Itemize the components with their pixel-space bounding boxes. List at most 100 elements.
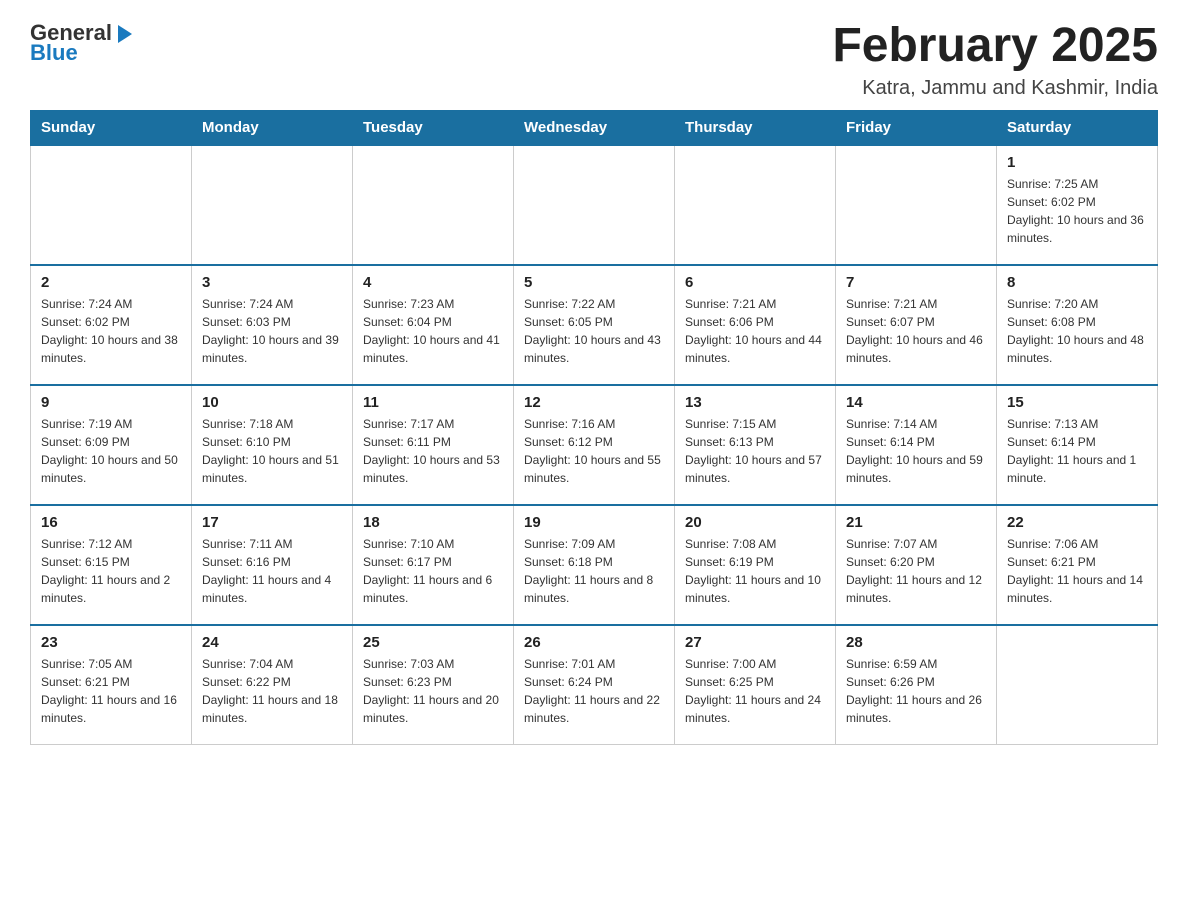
calendar-cell xyxy=(836,145,997,265)
day-of-week-header: Thursday xyxy=(675,110,836,145)
day-number: 15 xyxy=(1007,394,1147,411)
calendar-cell: 12Sunrise: 7:16 AM Sunset: 6:12 PM Dayli… xyxy=(514,385,675,505)
day-info: Sunrise: 6:59 AM Sunset: 6:26 PM Dayligh… xyxy=(846,655,986,727)
calendar-cell: 15 Sunrise: 7:13 AM Sunset: 6:14 PM Dayli… xyxy=(997,385,1158,505)
day-info: Sunrise: 7:11 AM Sunset: 6:16 PM Dayligh… xyxy=(202,535,342,607)
day-info: Sunrise: 7:22 AM Sunset: 6:05 PM Dayligh… xyxy=(524,295,664,367)
day-info: Sunrise: 7:15 AM Sunset: 6:13 PM Dayligh… xyxy=(685,415,825,487)
calendar-cell: 17 Sunrise: 7:11 AM Sunset: 6:16 PM Dayli… xyxy=(192,505,353,625)
day-number: 25 xyxy=(363,634,503,651)
day-info: Sunrise: 7:06 AM Sunset: 6:21 PM Dayligh… xyxy=(1007,535,1147,607)
title-section: February 2025 Katra, Jammu and Kashmir, … xyxy=(832,20,1158,100)
calendar-cell: 7 Sunrise: 7:21 AM Sunset: 6:07 PM Daylig… xyxy=(836,265,997,385)
calendar-cell: 10 Sunrise: 7:18 AM Sunset: 6:10 PM Dayli… xyxy=(192,385,353,505)
logo-arrow-icon xyxy=(114,23,136,45)
day-info: Sunrise: 7:03 AM Sunset: 6:23 PM Dayligh… xyxy=(363,655,503,727)
day-info: Sunrise: 7:13 AM Sunset: 6:14 PM Dayligh… xyxy=(1007,415,1147,487)
calendar-cell: 23 Sunrise: 7:05 AM Sunset: 6:21 PM Dayli… xyxy=(31,625,192,745)
calendar-cell: 4 Sunrise: 7:23 AM Sunset: 6:04 PM Daylig… xyxy=(353,265,514,385)
calendar-cell: 3 Sunrise: 7:24 AM Sunset: 6:03 PM Daylig… xyxy=(192,265,353,385)
day-number: 7 xyxy=(846,274,986,291)
day-number: 4 xyxy=(363,274,503,291)
calendar-cell: 27 Sunrise: 7:00 AM Sunset: 6:25 PM Dayli… xyxy=(675,625,836,745)
calendar-cell: 14 Sunrise: 7:14 AM Sunset: 6:14 PM Dayli… xyxy=(836,385,997,505)
month-title: February 2025 xyxy=(832,20,1158,73)
day-info: Sunrise: 7:08 AM Sunset: 6:19 PM Dayligh… xyxy=(685,535,825,607)
day-number: 10 xyxy=(202,394,342,411)
calendar-cell xyxy=(192,145,353,265)
day-info: Sunrise: 7:04 AM Sunset: 6:22 PM Dayligh… xyxy=(202,655,342,727)
location-text: Katra, Jammu and Kashmir, India xyxy=(832,77,1158,100)
day-number: 16 xyxy=(41,514,181,531)
day-number: 11 xyxy=(363,394,503,411)
page-header: General Blue February 2025 Katra, Jammu … xyxy=(30,20,1158,100)
calendar-cell xyxy=(31,145,192,265)
day-of-week-header: Sunday xyxy=(31,110,192,145)
day-number: 26 xyxy=(524,634,664,651)
calendar-cell: 1 Sunrise: 7:25 AM Sunset: 6:02 PM Daylig… xyxy=(997,145,1158,265)
day-info: Sunrise: 7:05 AM Sunset: 6:21 PM Dayligh… xyxy=(41,655,181,727)
day-info: Sunrise: 7:24 AM Sunset: 6:02 PM Dayligh… xyxy=(41,295,181,367)
day-info: Sunrise: 7:25 AM Sunset: 6:02 PM Dayligh… xyxy=(1007,175,1147,247)
day-info: Sunrise: 7:24 AM Sunset: 6:03 PM Dayligh… xyxy=(202,295,342,367)
logo: General Blue xyxy=(30,20,136,66)
day-of-week-header: Saturday xyxy=(997,110,1158,145)
day-number: 22 xyxy=(1007,514,1147,531)
calendar-cell: 5Sunrise: 7:22 AM Sunset: 6:05 PM Daylig… xyxy=(514,265,675,385)
calendar-header-row: SundayMondayTuesdayWednesdayThursdayFrid… xyxy=(31,110,1158,145)
day-number: 24 xyxy=(202,634,342,651)
calendar-cell xyxy=(514,145,675,265)
calendar-cell: 20 Sunrise: 7:08 AM Sunset: 6:19 PM Dayli… xyxy=(675,505,836,625)
day-number: 6 xyxy=(685,274,825,291)
day-info: Sunrise: 7:20 AM Sunset: 6:08 PM Dayligh… xyxy=(1007,295,1147,367)
day-number: 2 xyxy=(41,274,181,291)
calendar-week-row: 2 Sunrise: 7:24 AM Sunset: 6:02 PM Daylig… xyxy=(31,265,1158,385)
day-of-week-header: Wednesday xyxy=(514,110,675,145)
day-number: 1 xyxy=(1007,154,1147,171)
day-of-week-header: Tuesday xyxy=(353,110,514,145)
calendar-week-row: 1 Sunrise: 7:25 AM Sunset: 6:02 PM Daylig… xyxy=(31,145,1158,265)
day-info: Sunrise: 7:21 AM Sunset: 6:06 PM Dayligh… xyxy=(685,295,825,367)
day-info: Sunrise: 7:19 AM Sunset: 6:09 PM Dayligh… xyxy=(41,415,181,487)
calendar-cell: 11 Sunrise: 7:17 AM Sunset: 6:11 PM Dayli… xyxy=(353,385,514,505)
day-info: Sunrise: 7:18 AM Sunset: 6:10 PM Dayligh… xyxy=(202,415,342,487)
logo-blue-text: Blue xyxy=(30,40,78,66)
day-number: 20 xyxy=(685,514,825,531)
calendar-week-row: 9 Sunrise: 7:19 AM Sunset: 6:09 PM Daylig… xyxy=(31,385,1158,505)
day-info: Sunrise: 7:16 AM Sunset: 6:12 PM Dayligh… xyxy=(524,415,664,487)
calendar-cell: 18 Sunrise: 7:10 AM Sunset: 6:17 PM Dayli… xyxy=(353,505,514,625)
calendar-cell: 26Sunrise: 7:01 AM Sunset: 6:24 PM Dayli… xyxy=(514,625,675,745)
day-number: 28 xyxy=(846,634,986,651)
day-number: 21 xyxy=(846,514,986,531)
day-info: Sunrise: 7:21 AM Sunset: 6:07 PM Dayligh… xyxy=(846,295,986,367)
day-number: 17 xyxy=(202,514,342,531)
day-info: Sunrise: 7:07 AM Sunset: 6:20 PM Dayligh… xyxy=(846,535,986,607)
calendar-cell: 6 Sunrise: 7:21 AM Sunset: 6:06 PM Daylig… xyxy=(675,265,836,385)
calendar-cell: 28 Sunrise: 6:59 AM Sunset: 6:26 PM Dayli… xyxy=(836,625,997,745)
day-info: Sunrise: 7:17 AM Sunset: 6:11 PM Dayligh… xyxy=(363,415,503,487)
calendar-cell: 16 Sunrise: 7:12 AM Sunset: 6:15 PM Dayli… xyxy=(31,505,192,625)
day-number: 27 xyxy=(685,634,825,651)
calendar-cell xyxy=(997,625,1158,745)
day-number: 3 xyxy=(202,274,342,291)
day-info: Sunrise: 7:23 AM Sunset: 6:04 PM Dayligh… xyxy=(363,295,503,367)
day-info: Sunrise: 7:00 AM Sunset: 6:25 PM Dayligh… xyxy=(685,655,825,727)
day-number: 9 xyxy=(41,394,181,411)
calendar-cell: 8 Sunrise: 7:20 AM Sunset: 6:08 PM Daylig… xyxy=(997,265,1158,385)
day-number: 14 xyxy=(846,394,986,411)
day-info: Sunrise: 7:09 AM Sunset: 6:18 PM Dayligh… xyxy=(524,535,664,607)
day-of-week-header: Monday xyxy=(192,110,353,145)
calendar-cell: 9 Sunrise: 7:19 AM Sunset: 6:09 PM Daylig… xyxy=(31,385,192,505)
calendar-cell: 22 Sunrise: 7:06 AM Sunset: 6:21 PM Dayli… xyxy=(997,505,1158,625)
day-number: 19 xyxy=(524,514,664,531)
calendar-cell: 19 Sunrise: 7:09 AM Sunset: 6:18 PM Dayli… xyxy=(514,505,675,625)
calendar-cell: 13Sunrise: 7:15 AM Sunset: 6:13 PM Dayli… xyxy=(675,385,836,505)
day-number: 23 xyxy=(41,634,181,651)
day-number: 18 xyxy=(363,514,503,531)
day-number: 8 xyxy=(1007,274,1147,291)
day-info: Sunrise: 7:14 AM Sunset: 6:14 PM Dayligh… xyxy=(846,415,986,487)
calendar-week-row: 23 Sunrise: 7:05 AM Sunset: 6:21 PM Dayli… xyxy=(31,625,1158,745)
day-info: Sunrise: 7:10 AM Sunset: 6:17 PM Dayligh… xyxy=(363,535,503,607)
calendar-week-row: 16 Sunrise: 7:12 AM Sunset: 6:15 PM Dayli… xyxy=(31,505,1158,625)
day-info: Sunrise: 7:12 AM Sunset: 6:15 PM Dayligh… xyxy=(41,535,181,607)
